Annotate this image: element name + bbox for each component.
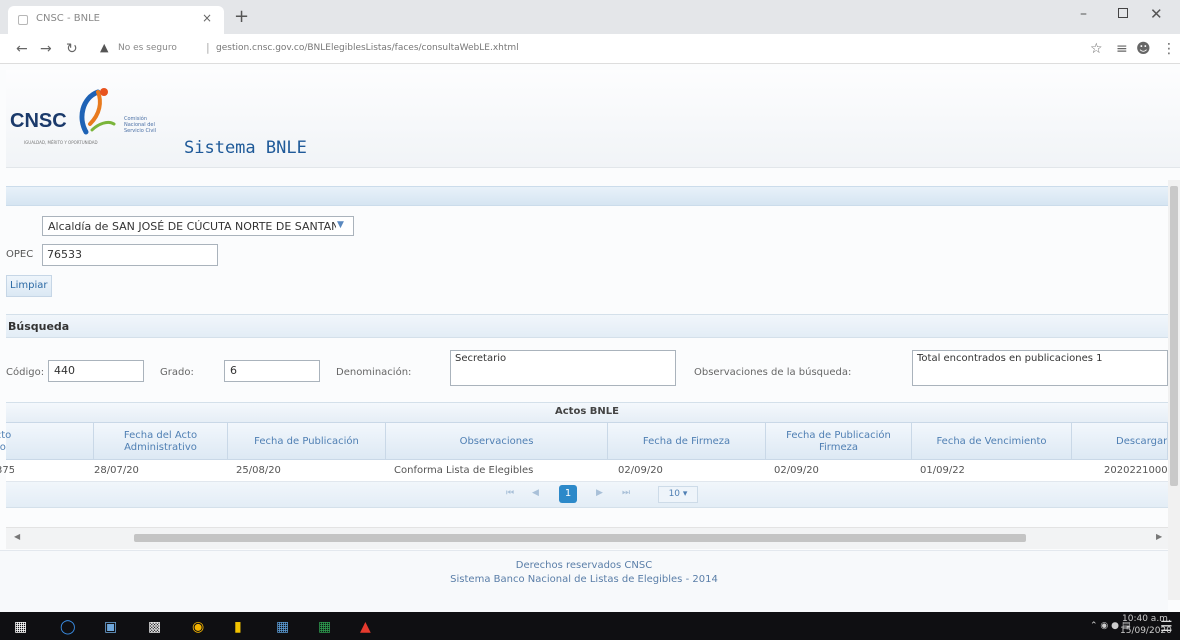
opec-input[interactable]: 76533: [42, 244, 218, 266]
scroll-right-icon[interactable]: ▶: [1156, 532, 1162, 541]
windows-taskbar: ▦ ◯ ▣ ▩ ◉ ▮ ▦ ▦ ▲ ⌃ ◉ ● ▤ 10:40 a.m. 15/…: [0, 612, 1180, 640]
url-text[interactable]: gestion.cnsc.gov.co/BNLElegiblesListas/f…: [216, 43, 519, 53]
column-header[interactable]: Número del Acto Administrativo: [0, 423, 94, 461]
profile-icon[interactable]: ☻: [1136, 41, 1151, 57]
extensions-icon[interactable]: ≡: [1116, 41, 1128, 57]
table-cell: 02/09/20: [774, 465, 819, 476]
next-page-icon[interactable]: ▶: [596, 488, 603, 498]
search-section-title: Búsqueda: [8, 320, 70, 333]
code-input[interactable]: 440: [48, 360, 144, 382]
url-separator: |: [206, 41, 210, 54]
close-tab-icon[interactable]: ×: [202, 11, 212, 25]
search-section-header: Búsqueda: [6, 314, 1168, 338]
current-page-button[interactable]: 1: [559, 485, 577, 503]
denomination-field[interactable]: Secretario: [450, 350, 676, 386]
reload-icon[interactable]: ↻: [66, 41, 78, 57]
table-cell: 20202210007375: [0, 465, 14, 476]
column-header[interactable]: Fecha de Publicación: [228, 423, 386, 461]
table-cell: 01/09/22: [920, 465, 965, 476]
logo-text: CNSC: [10, 110, 67, 132]
column-header[interactable]: Fecha del Acto Administrativo: [94, 423, 228, 461]
page-content: CNSC Comisión Nacional del Servicio Civi…: [0, 64, 1180, 612]
new-tab-button[interactable]: +: [234, 6, 249, 27]
download-link[interactable]: 20202210007375: [1104, 460, 1168, 482]
system-title: Sistema BNLE: [184, 138, 307, 158]
cnsc-logo-icon: [79, 88, 116, 135]
table-cell: 28/07/20: [94, 465, 139, 476]
scrollbar-thumb[interactable]: [134, 534, 1026, 542]
observations-field[interactable]: Total encontrados en publicaciones 1: [912, 350, 1168, 386]
security-label[interactable]: No es seguro: [118, 43, 177, 53]
edge-browser-icon[interactable]: ◯: [60, 619, 76, 635]
windows-start-icon[interactable]: ▦: [14, 619, 27, 635]
horizontal-scrollbar[interactable]: ◀ ▶: [6, 527, 1168, 549]
url-field[interactable]: ▲ No es seguro | gestion.cnsc.gov.co/BNL…: [96, 38, 1056, 60]
vertical-scrollbar[interactable]: [1168, 180, 1180, 600]
table-caption: Actos BNLE: [6, 402, 1168, 422]
observations-label: Observaciones de la búsqueda:: [694, 367, 852, 378]
page-icon: [18, 15, 28, 25]
logo-subtitle: IGUALDAD, MÉRITO Y OPORTUNIDAD: [24, 140, 98, 145]
first-page-icon[interactable]: ⏮: [506, 488, 514, 498]
warning-icon[interactable]: ▲: [100, 41, 108, 54]
notifications-icon[interactable]: ☰: [1160, 619, 1173, 635]
forward-icon[interactable]: →: [40, 41, 52, 57]
opec-label: OPEC: [6, 249, 34, 260]
table-cell: 02/09/20: [618, 465, 663, 476]
grade-input[interactable]: 6: [224, 360, 320, 382]
chrome-icon[interactable]: ◉: [192, 619, 204, 635]
chevron-down-icon[interactable]: ▼: [337, 220, 344, 230]
table-cell: 25/08/20: [236, 465, 281, 476]
close-window-icon[interactable]: ✕: [1150, 5, 1163, 23]
scroll-left-icon[interactable]: ◀: [14, 532, 20, 541]
site-header: CNSC Comisión Nacional del Servicio Civi…: [6, 70, 1180, 168]
page-size-value: 10: [668, 489, 681, 499]
grade-label: Grado:: [160, 367, 194, 378]
browser-tabbar: CNSC - BNLE × + – ✕: [0, 0, 1180, 34]
entity-value: Alcaldía de SAN JOSÉ DE CÚCUTA NORTE DE …: [48, 220, 336, 233]
column-header[interactable]: Fecha de Vencimiento: [912, 423, 1072, 461]
pagination: ⏮ ◀ 1 ▶ ⏭ 10 ▾: [6, 482, 1168, 508]
tab-title: CNSC - BNLE: [36, 13, 100, 24]
excel-icon[interactable]: ▦: [318, 619, 331, 635]
entity-select[interactable]: Alcaldía de SAN JOSÉ DE CÚCUTA NORTE DE …: [42, 216, 354, 236]
star-icon[interactable]: ☆: [1090, 41, 1103, 57]
footer-copyright: Derechos reservados CNSC: [515, 560, 653, 571]
desktop-icon[interactable]: ▣: [104, 619, 117, 635]
browser-tab[interactable]: CNSC - BNLE ×: [8, 6, 224, 34]
word-icon[interactable]: ▦: [276, 619, 289, 635]
address-bar: ← → ↻ ▲ No es seguro | gestion.cnsc.gov.…: [0, 34, 1180, 64]
page-footer: Derechos reservados CNSC Sistema Banco N…: [0, 550, 1168, 612]
last-page-icon[interactable]: ⏭: [622, 488, 630, 498]
vertical-scrollbar-thumb[interactable]: [1170, 186, 1178, 486]
back-icon[interactable]: ←: [16, 41, 28, 57]
file-explorer-icon[interactable]: ▮: [234, 619, 242, 635]
page-size-select[interactable]: 10 ▾: [658, 486, 698, 503]
store-icon[interactable]: ▩: [148, 619, 161, 635]
column-header[interactable]: Fecha de Publicación Firmeza: [766, 423, 912, 461]
table-row[interactable]: 20202210007375 28/07/20 25/08/20 Conform…: [0, 460, 1168, 482]
code-label: Código:: [6, 367, 45, 378]
clear-button[interactable]: Limpiar: [6, 275, 52, 297]
menu-icon[interactable]: ⋮: [1162, 41, 1176, 57]
table-cell: Conforma Lista de Elegibles: [394, 465, 534, 476]
prev-page-icon[interactable]: ◀: [532, 488, 539, 498]
filters-header-bar: [6, 186, 1168, 206]
acrobat-icon[interactable]: ▲: [360, 619, 371, 635]
minimize-icon[interactable]: –: [1080, 6, 1087, 22]
table-header: Número del Acto Administrativo Fecha del…: [0, 422, 1168, 461]
footer-system-name: Sistema Banco Nacional de Listas de Eleg…: [450, 574, 718, 585]
maximize-icon[interactable]: [1118, 8, 1128, 18]
column-header[interactable]: Observaciones: [386, 423, 608, 461]
logo-tagline: Comisión Nacional del Servicio Civil: [124, 116, 157, 134]
column-header[interactable]: Fecha de Firmeza: [608, 423, 766, 461]
denomination-label: Denominación:: [336, 367, 412, 378]
column-header[interactable]: Descargar: [1072, 423, 1168, 461]
